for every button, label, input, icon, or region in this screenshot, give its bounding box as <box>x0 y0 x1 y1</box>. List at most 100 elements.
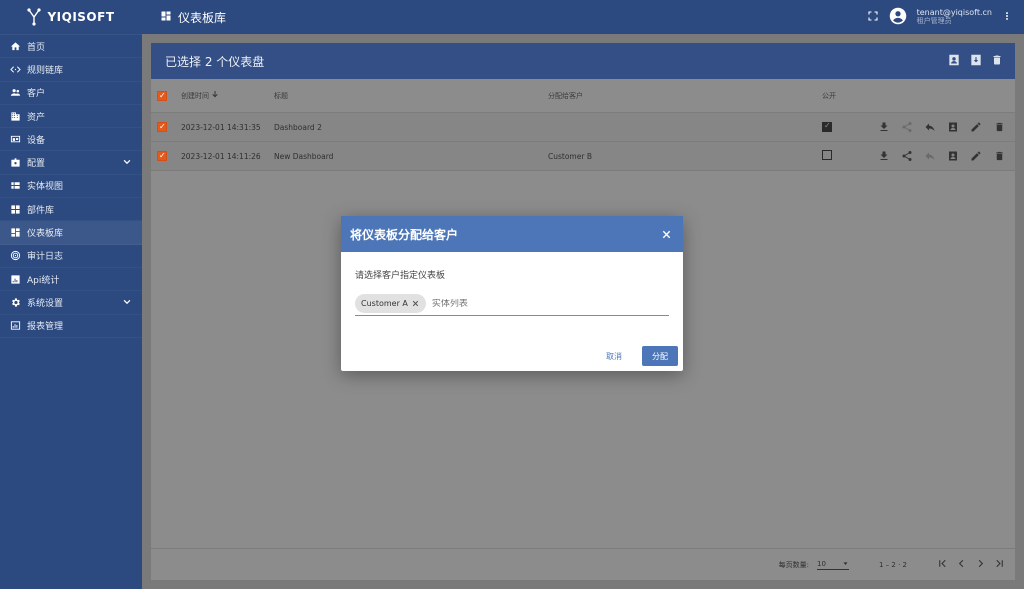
column-assigned-customer: 分配给客户 <box>548 91 583 100</box>
more-vert-icon[interactable] <box>1002 10 1012 25</box>
customer-chip-field[interactable]: Customer A <box>355 292 669 316</box>
sidebar-item-rule-chains[interactable]: 规则链库 <box>0 58 142 82</box>
close-icon[interactable] <box>659 227 673 241</box>
bulk-actions <box>947 53 1015 70</box>
dialog-label: 请选择客户指定仪表板 <box>355 271 446 281</box>
per-page-select[interactable]: 10 <box>817 560 849 570</box>
row-actions <box>876 148 1007 164</box>
edit-icon[interactable] <box>968 148 984 164</box>
sidebar-item-system-settings[interactable]: 系统设置 <box>0 291 142 315</box>
sidebar-item-devices[interactable]: 设备 <box>0 128 142 152</box>
user-info[interactable]: tenant@yiqisoft.cn 租户管理员 <box>917 8 992 25</box>
chip-remove-icon[interactable] <box>412 300 420 308</box>
arrow-down-icon <box>211 91 219 100</box>
sidebar-item-label: 系统设置 <box>27 298 64 309</box>
table-row[interactable]: 2023-12-01 14:31:35 Dashboard 2 <box>151 113 1015 142</box>
dropdown-arrow-icon <box>842 560 849 569</box>
people-icon <box>9 87 21 99</box>
next-page-icon[interactable] <box>975 558 986 571</box>
widgets-icon <box>9 203 21 215</box>
home-icon <box>9 40 21 52</box>
delete-icon[interactable] <box>991 119 1007 135</box>
devices-icon <box>9 133 21 145</box>
sidebar-item-api-stats[interactable]: Api统计 <box>0 268 142 292</box>
cell-title: Dashboard 2 <box>274 122 322 132</box>
sidebar-nav: 首页 规则链库 客户 资产 设备 配置 实体视图 部件库 仪表板库 审计日志 A… <box>0 34 142 338</box>
sidebar-item-label: 首页 <box>27 42 46 53</box>
first-page-icon[interactable] <box>937 558 948 571</box>
sidebar: YIQISOFT 首页 规则链库 客户 资产 设备 配置 实体视图 部件库 仪表… <box>0 0 142 589</box>
assign-button[interactable]: 分配 <box>642 346 678 366</box>
delete-icon[interactable] <box>991 148 1007 164</box>
public-checkbox <box>822 122 832 132</box>
building-icon <box>9 110 21 122</box>
row-checkbox[interactable] <box>157 122 167 132</box>
sidebar-item-widgets[interactable]: 部件库 <box>0 198 142 222</box>
assign-dialog: 将仪表板分配给客户 请选择客户指定仪表板 Customer A 取消 分配 <box>341 216 683 371</box>
dialog-body: 请选择客户指定仪表板 Customer A <box>341 252 683 316</box>
cancel-button[interactable]: 取消 <box>600 347 628 366</box>
column-title[interactable]: 标题 <box>274 91 288 101</box>
reply-icon[interactable] <box>922 148 938 164</box>
selection-header: 已选择 2 个仪表盘 <box>151 43 1015 79</box>
page-title-text: 仪表板库 <box>178 10 227 25</box>
badge-icon <box>9 157 21 169</box>
sidebar-item-audit-logs[interactable]: 审计日志 <box>0 245 142 268</box>
fullscreen-icon[interactable] <box>867 10 879 25</box>
selection-title: 已选择 2 个仪表盘 <box>165 54 265 69</box>
chevron-down-icon[interactable] <box>122 157 132 170</box>
sidebar-item-entity-views[interactable]: 实体视图 <box>0 175 142 199</box>
sidebar-item-label: 报表管理 <box>27 322 64 333</box>
public-checkbox <box>822 150 832 160</box>
track-icon <box>9 250 21 262</box>
assign-customer-icon[interactable] <box>947 53 961 70</box>
edit-icon[interactable] <box>968 119 984 135</box>
sidebar-item-reports[interactable]: 报表管理 <box>0 315 142 338</box>
report-icon <box>9 320 21 332</box>
prev-page-icon[interactable] <box>956 558 967 571</box>
row-checkbox[interactable] <box>157 151 167 161</box>
sidebar-item-label: 部件库 <box>27 205 55 216</box>
paginator: 每页数量: 10 1 – 2 · 2 <box>151 548 1015 580</box>
logo-icon <box>27 8 42 26</box>
last-page-icon[interactable] <box>994 558 1005 571</box>
code-icon <box>9 63 21 75</box>
select-all-checkbox[interactable] <box>157 90 167 101</box>
avatar[interactable] <box>889 7 907 28</box>
dialog-title: 将仪表板分配给客户 <box>350 227 459 242</box>
sidebar-item-assets[interactable]: 资产 <box>0 105 142 129</box>
download-icon[interactable] <box>876 148 892 164</box>
chart-icon <box>9 273 21 285</box>
per-page-label: 每页数量: <box>778 560 809 569</box>
share-icon[interactable] <box>899 148 915 164</box>
assign-customer-icon[interactable] <box>945 148 961 164</box>
view-icon <box>9 180 21 192</box>
sidebar-item-customers[interactable]: 客户 <box>0 82 142 105</box>
dashboard-icon <box>160 10 172 25</box>
logo[interactable]: YIQISOFT <box>0 0 142 34</box>
sidebar-item-label: 设备 <box>27 135 46 146</box>
customer-chip[interactable]: Customer A <box>355 294 426 313</box>
download-box-icon[interactable] <box>969 53 983 70</box>
assign-customer-icon[interactable] <box>945 119 961 135</box>
delete-icon[interactable] <box>991 53 1003 70</box>
cell-public <box>822 122 832 132</box>
dashboard-icon <box>9 227 21 239</box>
cell-created-time: 2023-12-01 14:11:26 <box>181 151 261 161</box>
sidebar-item-dashboards[interactable]: 仪表板库 <box>0 221 142 245</box>
topbar-right: tenant@yiqisoft.cn 租户管理员 <box>867 7 1024 28</box>
settings-icon <box>9 296 21 308</box>
dialog-actions: 取消 分配 <box>600 346 678 366</box>
page-range: 1 – 2 · 2 <box>879 560 907 569</box>
share-icon[interactable] <box>899 119 915 135</box>
table-row[interactable]: 2023-12-01 14:11:26 New Dashboard Custom… <box>151 142 1015 171</box>
download-icon[interactable] <box>876 119 892 135</box>
row-actions <box>876 119 1007 135</box>
customer-search-input[interactable] <box>431 298 582 309</box>
sidebar-item-profiles[interactable]: 配置 <box>0 151 142 175</box>
sidebar-item-label: 仪表板库 <box>27 229 64 240</box>
reply-icon[interactable] <box>922 119 938 135</box>
column-created-time[interactable]: 创建时间 <box>181 90 219 101</box>
sidebar-item-home[interactable]: 首页 <box>0 35 142 59</box>
chevron-down-icon[interactable] <box>122 297 132 310</box>
